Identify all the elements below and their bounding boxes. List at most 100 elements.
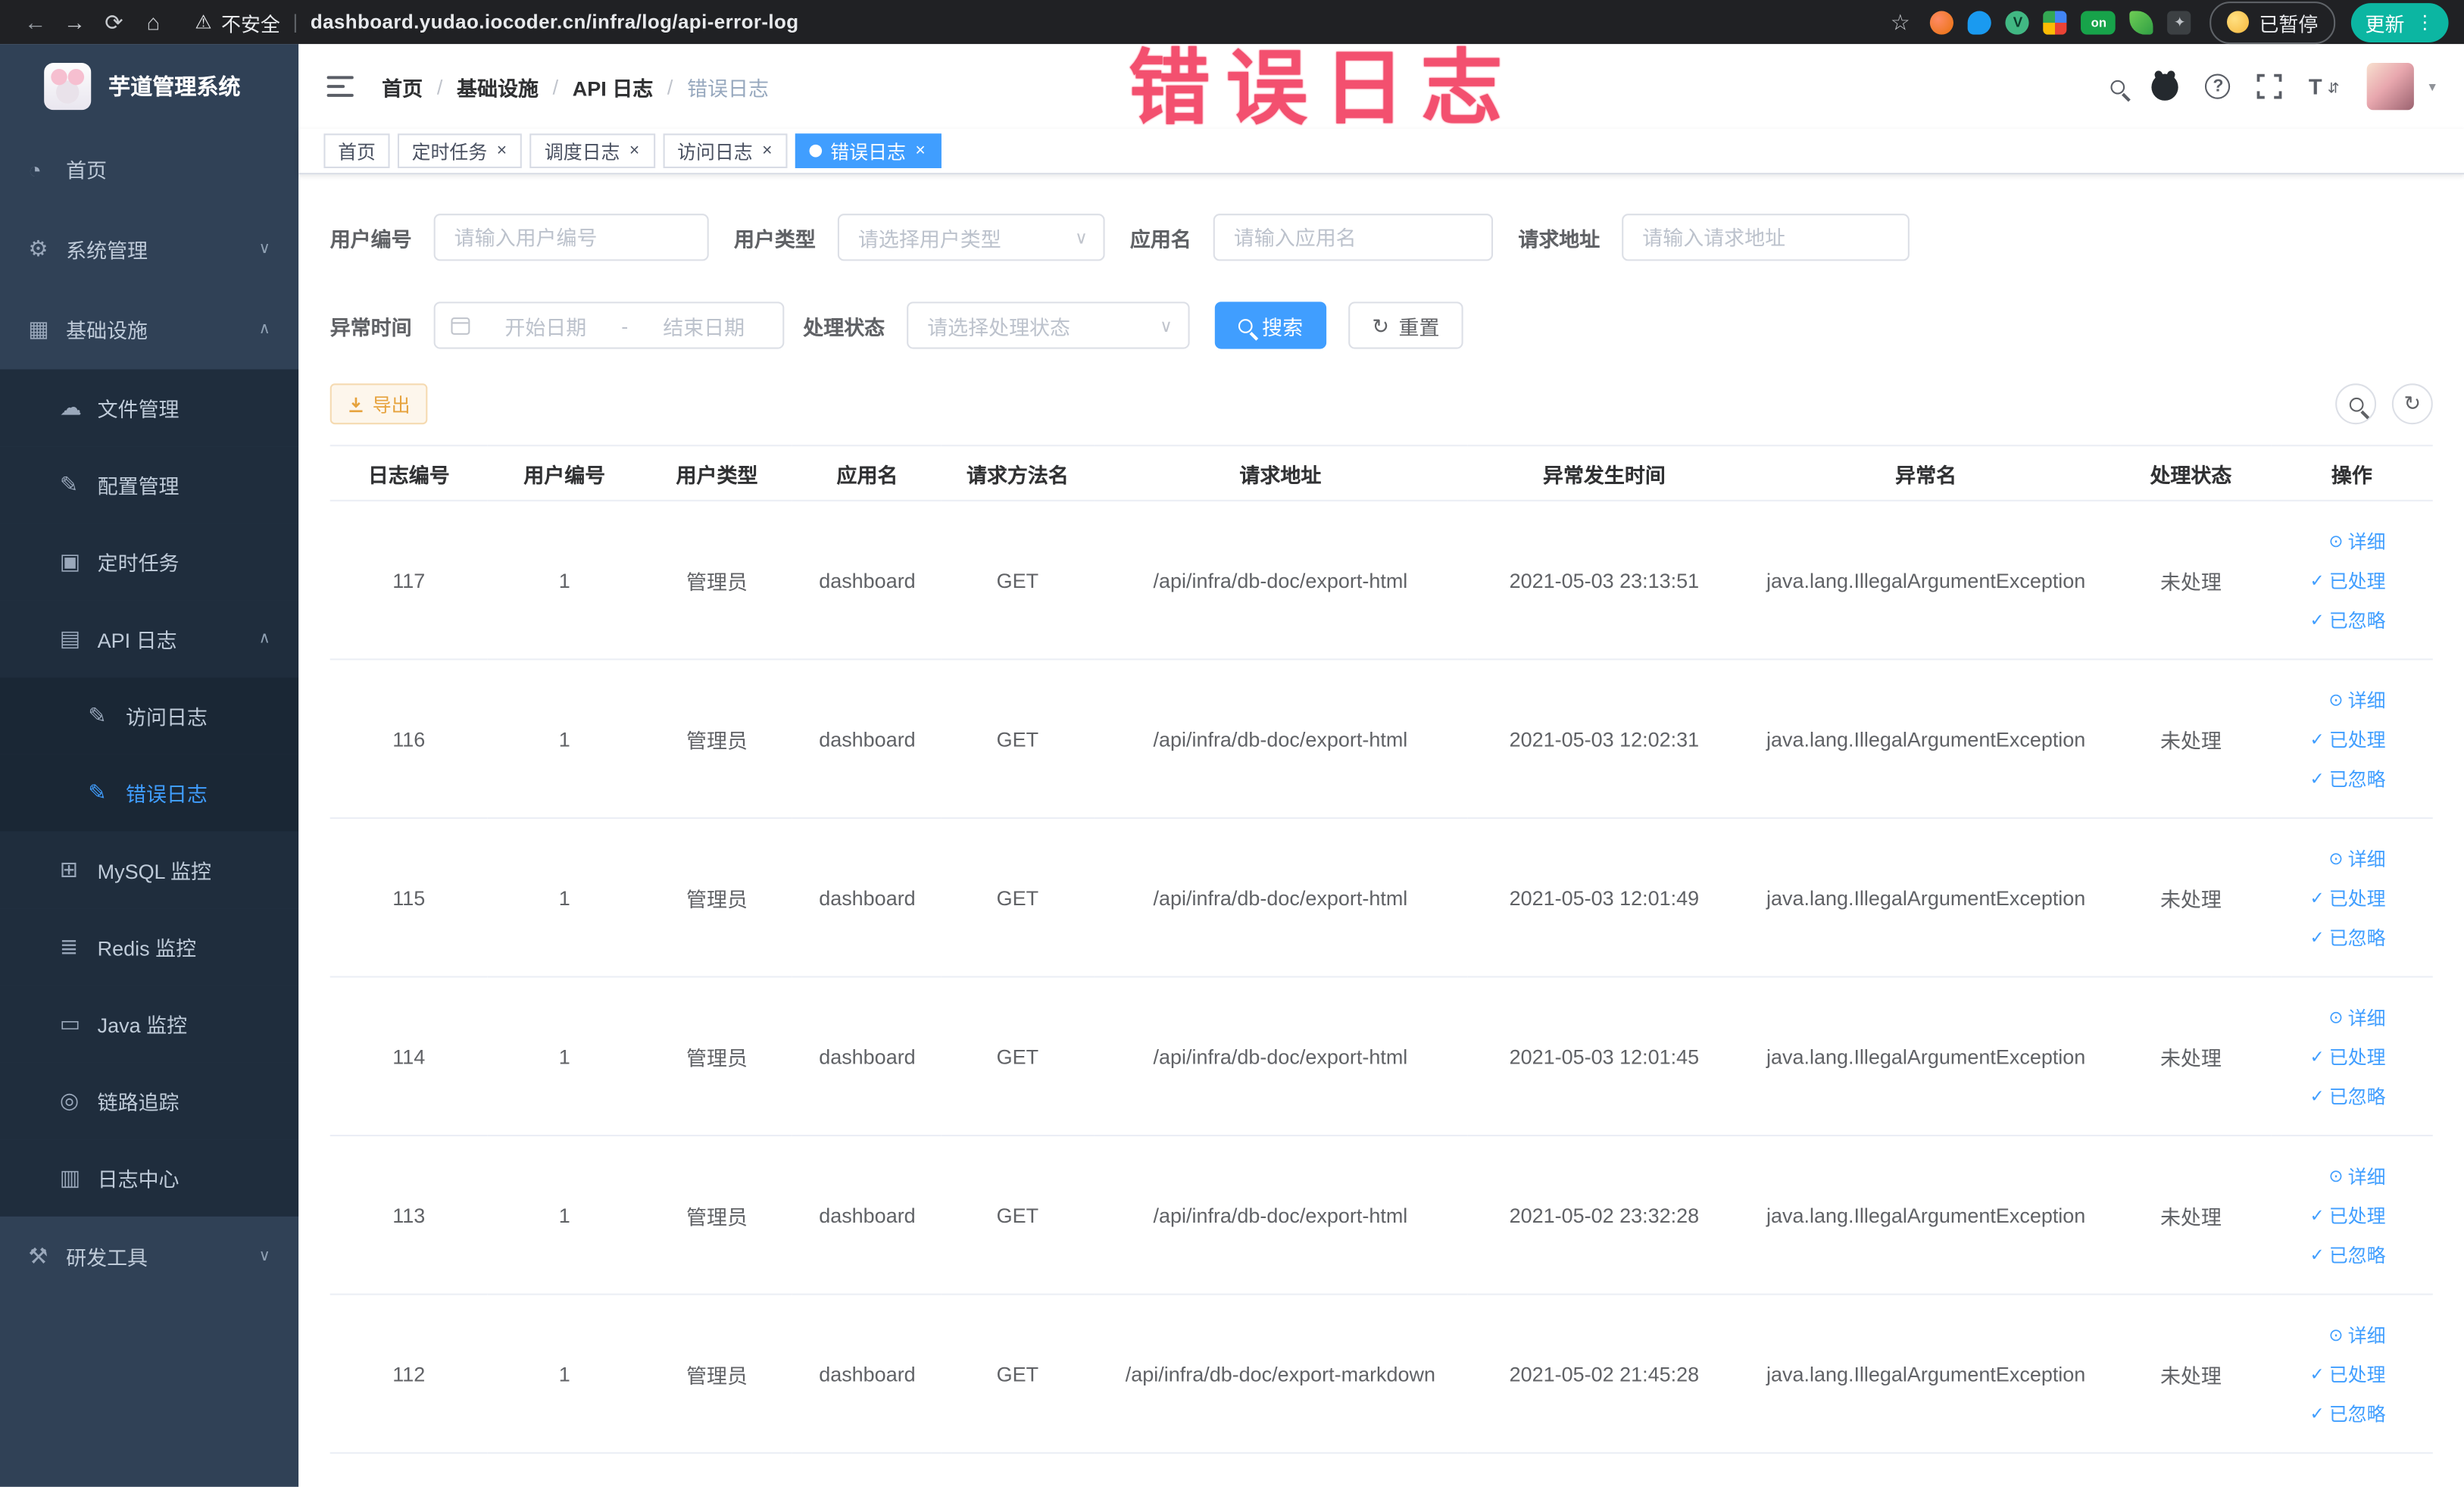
sidebar-item-java-monitor[interactable]: ▭ Java 监控 (0, 985, 299, 1063)
grid-icon: ▦ (28, 316, 49, 342)
export-button[interactable]: 导出 (329, 383, 428, 425)
browser-actions: ☆ V on ✦ 已暂停 更新 ⋮ (1891, 1, 2449, 44)
reset-button[interactable]: ↻ 重置 (1348, 301, 1463, 349)
breadcrumb-item[interactable]: 首页 (382, 71, 423, 101)
update-button[interactable]: 更新 ⋮ (2350, 2, 2449, 42)
extension-icon[interactable] (2044, 10, 2068, 34)
mark-ignored-link[interactable]: ✓ 已忽略 (2309, 606, 2385, 633)
mark-processed-link[interactable]: ✓ 已处理 (2309, 1201, 2385, 1228)
date-range-picker[interactable]: 开始日期 - 结束日期 (433, 301, 785, 349)
extensions-pin-icon[interactable]: ✦ (2168, 10, 2192, 34)
cell-user-id: 1 (487, 1294, 642, 1454)
avatar-caret-icon[interactable]: ▾ (2429, 78, 2436, 95)
sidebar-item-redis-monitor[interactable]: ≣ Redis 监控 (0, 908, 299, 986)
extension-leaf-icon[interactable] (2130, 10, 2154, 34)
mark-processed-link[interactable]: ✓ 已处理 (2309, 1043, 2385, 1070)
home-icon[interactable]: ⌂ (133, 9, 173, 34)
check-icon: ✓ (2309, 889, 2325, 908)
detail-link[interactable]: ⊙ 详细 (2328, 1162, 2385, 1189)
column-header: 异常发生时间 (1467, 445, 1741, 501)
process-status-select[interactable]: 请选择处理状态 ∨ (907, 301, 1190, 349)
sidebar-item-trace[interactable]: ◎ 链路追踪 (0, 1062, 299, 1140)
paused-pill[interactable]: 已暂停 (2210, 1, 2336, 44)
mark-ignored-link[interactable]: ✓ 已忽略 (2309, 764, 2385, 791)
search-button[interactable]: 搜索 (1214, 301, 1327, 349)
cell-user-id: 1 (487, 1136, 642, 1295)
page-content: 用户编号 用户类型 请选择用户类型 ∨ 应用名 请求地址 (298, 174, 2464, 1486)
site-security[interactable]: ⚠ 不安全 (195, 7, 280, 36)
close-icon[interactable]: × (913, 141, 927, 161)
extension-icon[interactable] (1930, 10, 1954, 34)
mark-ignored-link[interactable]: ✓ 已忽略 (2309, 1082, 2385, 1108)
sidebar-item-infrastructure[interactable]: ▦ 基础设施 ∧ (0, 289, 298, 370)
tab-home[interactable]: 首页 (323, 133, 390, 169)
mark-processed-link[interactable]: ✓ 已处理 (2309, 567, 2385, 593)
sidebar-item-system-management[interactable]: ⚙ 系统管理 ∨ (0, 209, 298, 289)
close-icon[interactable]: × (628, 141, 642, 161)
sidebar-item-home[interactable]: ◔ 首页 (0, 129, 298, 209)
cell-log-id: 116 (329, 659, 488, 819)
detail-link[interactable]: ⊙ 详细 (2328, 1004, 2385, 1030)
toggle-search-button[interactable] (2335, 383, 2377, 425)
mark-processed-link[interactable]: ✓ 已处理 (2309, 726, 2385, 752)
sidebar-item-label: Java 监控 (97, 1014, 188, 1038)
tab-scheduled-tasks[interactable]: 定时任务 × (397, 133, 523, 169)
bookmark-star-icon[interactable]: ☆ (1891, 8, 1910, 35)
check-icon: ✓ (2309, 1086, 2325, 1106)
detail-link[interactable]: ⊙ 详细 (2328, 527, 2385, 554)
close-icon[interactable]: × (495, 141, 509, 161)
hamburger-icon[interactable] (326, 76, 354, 98)
detail-link[interactable]: ⊙ 详细 (2328, 1321, 2385, 1348)
cell-user-type: 管理员 (641, 1294, 793, 1454)
sidebar-item-scheduled-tasks[interactable]: ▣ 定时任务 (0, 523, 299, 601)
sidebar-item-api-log[interactable]: ▤ API 日志 ∧ (0, 600, 299, 678)
sidebar-item-error-log[interactable]: ✎ 错误日志 (0, 754, 299, 832)
mark-ignored-link[interactable]: ✓ 已忽略 (2309, 1400, 2385, 1426)
font-size-icon[interactable]: T ⇵ (2309, 74, 2341, 98)
app-name-input[interactable] (1213, 214, 1494, 261)
reload-icon[interactable]: ⟳ (94, 8, 133, 35)
detail-link[interactable]: ⊙ 详细 (2328, 845, 2385, 871)
refresh-table-button[interactable]: ↻ (2391, 383, 2433, 425)
user-type-select[interactable]: 请选择用户类型 ∨ (837, 214, 1105, 261)
main-area: 首页 / 基础设施 / API 日志 / 错误日志 ? T ⇵ ▾ 首页 定时任… (298, 44, 2464, 1487)
sidebar-item-mysql-monitor[interactable]: ⊞ MySQL 监控 (0, 831, 299, 909)
app-logo[interactable]: 芋道管理系统 (0, 44, 298, 129)
extension-icon[interactable] (1968, 10, 1992, 34)
back-icon[interactable]: ← (16, 9, 55, 34)
tab-access-log[interactable]: 访问日志 × (663, 133, 789, 169)
mark-processed-link[interactable]: ✓ 已处理 (2309, 884, 2385, 911)
tab-error-log[interactable]: 错误日志 × (795, 133, 942, 169)
sidebar-item-access-log[interactable]: ✎ 访问日志 (0, 677, 299, 754)
mark-processed-link[interactable]: ✓ 已处理 (2309, 1360, 2385, 1387)
fullscreen-icon[interactable] (2257, 73, 2283, 99)
help-icon[interactable]: ? (2205, 73, 2231, 99)
cell-user-id: 1 (487, 976, 642, 1137)
browser-chrome: ← → ⟳ ⌂ ⚠ 不安全 | dashboard.yudao.iocoder.… (0, 0, 2464, 45)
vue-devtools-icon[interactable]: V (2006, 10, 2030, 34)
close-icon[interactable]: × (760, 141, 774, 161)
mark-ignored-link[interactable]: ✓ 已忽略 (2309, 923, 2385, 950)
sidebar-item-file-management[interactable]: ☁ 文件管理 (0, 369, 299, 447)
breadcrumb-item[interactable]: API 日志 (573, 71, 653, 101)
kebab-menu-icon[interactable]: ⋮ (2416, 13, 2434, 32)
user-id-input[interactable] (433, 214, 709, 261)
forward-icon[interactable]: → (55, 9, 95, 34)
tab-schedule-log[interactable]: 调度日志 × (530, 133, 656, 169)
filter-label: 异常时间 (329, 314, 412, 339)
cell-method: GET (942, 976, 1094, 1137)
github-icon[interactable] (2152, 73, 2179, 100)
user-avatar[interactable] (2367, 62, 2415, 111)
sidebar-item-log-center[interactable]: ▥ 日志中心 (0, 1139, 299, 1217)
breadcrumb-item[interactable]: 基础设施 (457, 71, 539, 101)
sidebar-item-config-management[interactable]: ✎ 配置管理 (0, 446, 299, 523)
request-url-input[interactable] (1622, 214, 1910, 261)
extension-on-icon[interactable]: on (2081, 10, 2116, 34)
tab-label: 访问日志 (677, 140, 753, 163)
search-icon[interactable] (2111, 79, 2126, 94)
address-bar[interactable]: dashboard.yudao.iocoder.cn/infra/log/api… (311, 11, 799, 33)
cell-request-url: /api/infra/db-doc/export-html (1093, 500, 1468, 661)
detail-link[interactable]: ⊙ 详细 (2328, 686, 2385, 713)
sidebar-item-dev-tools[interactable]: ⚒ 研发工具 ∨ (0, 1217, 298, 1297)
mark-ignored-link[interactable]: ✓ 已忽略 (2309, 1241, 2385, 1267)
